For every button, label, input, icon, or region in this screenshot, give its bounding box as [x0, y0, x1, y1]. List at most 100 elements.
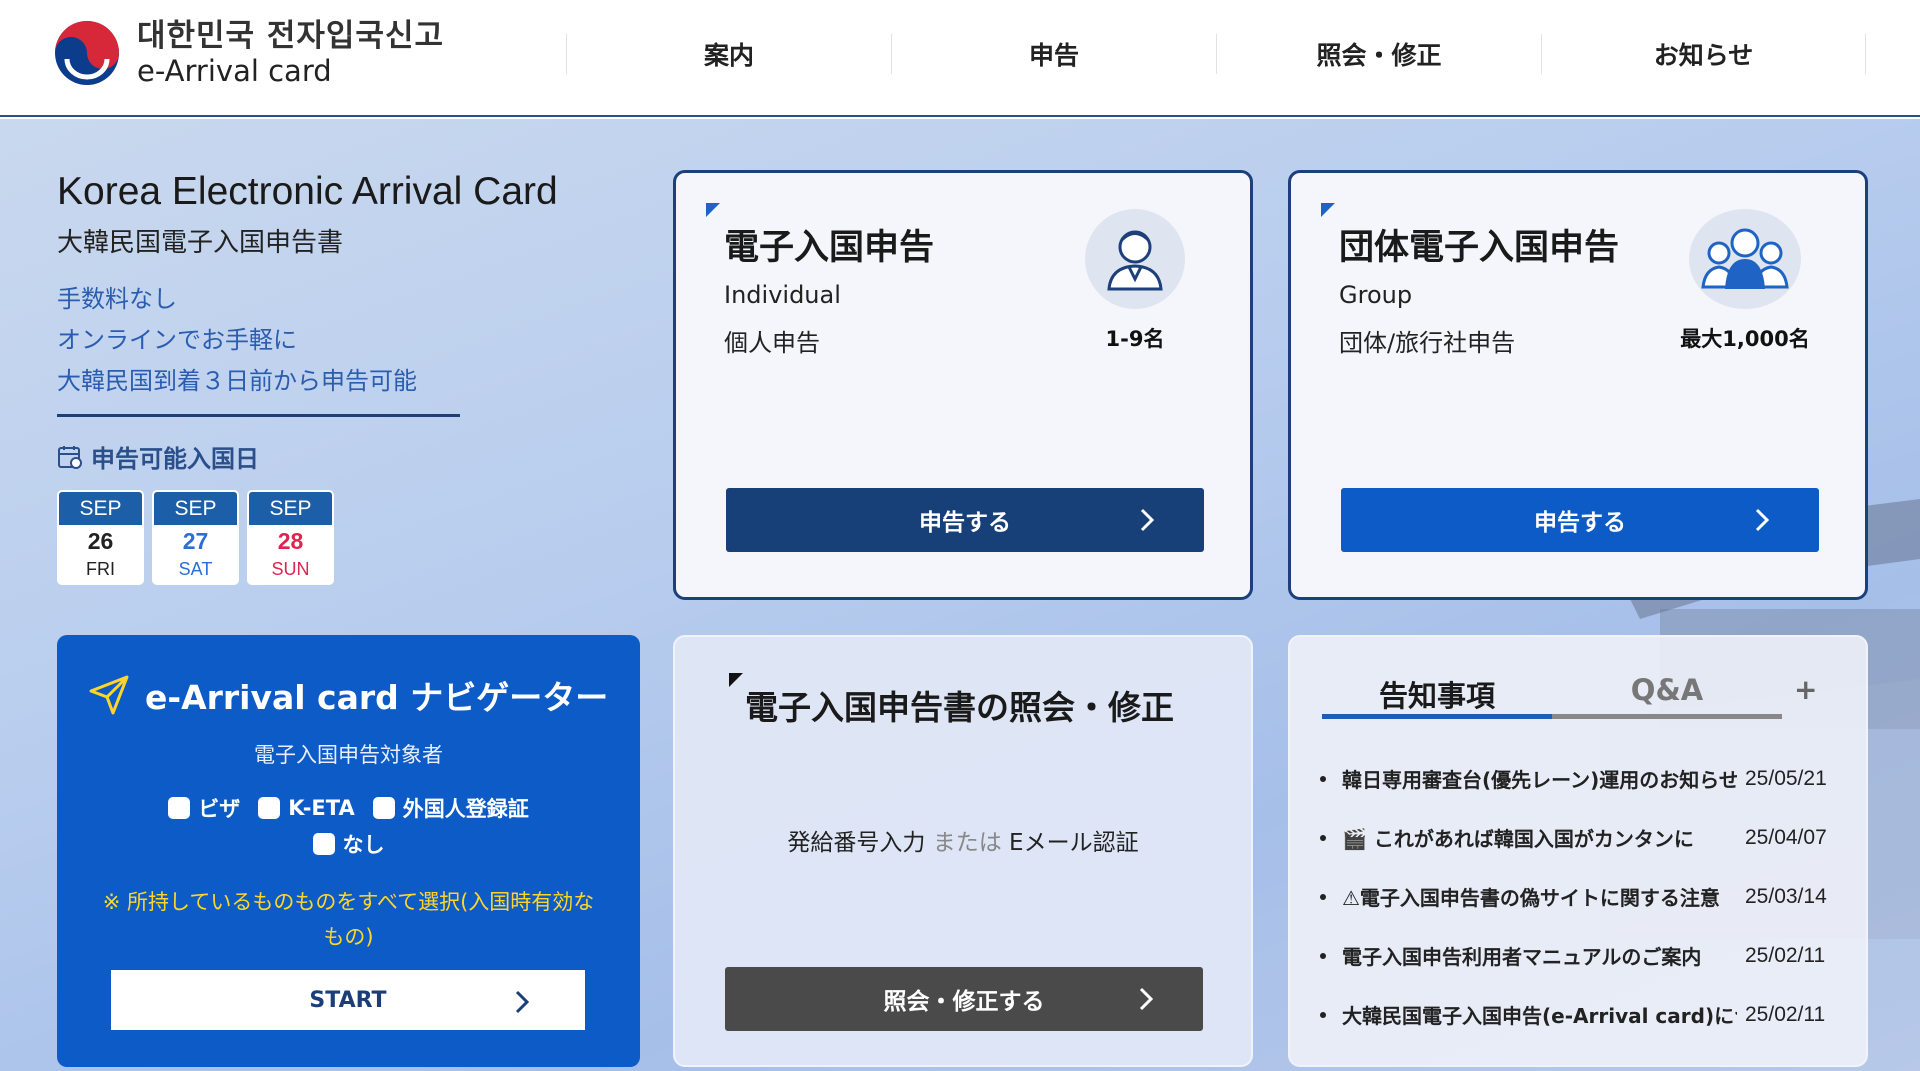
- card-title: 団体電子入国申告: [1339, 228, 1620, 268]
- chevron-right-icon: [1139, 987, 1153, 1011]
- option-label: ビザ: [198, 797, 241, 821]
- date-day: 27: [182, 528, 209, 554]
- intro-section: Korea Electronic Arrival Card 大韓民国電子入国申告…: [57, 170, 617, 585]
- bullet: [1320, 775, 1326, 782]
- logo-korean-text: 대한민국 전자입국신고: [137, 18, 444, 54]
- bullet: [1320, 952, 1326, 959]
- date-weekday: FRI: [86, 559, 115, 579]
- inquiry-button[interactable]: 照会・修正する: [725, 967, 1203, 1031]
- notice-date: 25/02/11: [1745, 1002, 1826, 1026]
- benefit-item: 大韓民国到着３日前から申告可能: [57, 367, 417, 395]
- date-card: SEP 27 SAT: [152, 490, 239, 585]
- option-label: 外国人登録証: [402, 797, 529, 821]
- notice-date: 25/05/21: [1745, 766, 1827, 790]
- inquiry-card: 電子入国申告書の照会・修正 発給番号入力 または Eメール認証 照会・修正する: [673, 635, 1253, 1067]
- more-plus-icon[interactable]: +: [1794, 673, 1817, 706]
- notice-date: 25/03/14: [1745, 884, 1827, 908]
- notice-panel: 告知事項 Q&A + 韓日専用審査台(優先レーン)運用のお知らせ 25/05/21…: [1288, 635, 1868, 1067]
- nav-inquiry[interactable]: 照会・修正: [1216, 34, 1541, 74]
- tab-qa[interactable]: Q&A: [1552, 667, 1782, 719]
- corner-marker: [1321, 203, 1335, 217]
- calendar-icon: [58, 445, 82, 469]
- notice-item[interactable]: 🎬 これがあれば韓国入国がカンタンに 25/04/07: [1320, 808, 1840, 867]
- paper-plane-icon: [89, 675, 129, 715]
- notice-title: 🎬 これがあれば韓国入国がカンタンに: [1342, 827, 1694, 851]
- document-options-row2: なし: [57, 829, 640, 859]
- taegeuk-logo-icon: [55, 21, 119, 85]
- button-label: 照会・修正する: [883, 989, 1045, 1015]
- notice-date: 25/02/11: [1745, 943, 1826, 967]
- corner-marker: [729, 673, 743, 687]
- checkbox[interactable]: [168, 797, 191, 819]
- checkbox[interactable]: [312, 833, 335, 855]
- nav-declare[interactable]: 申告: [891, 34, 1216, 74]
- or-text: または: [932, 830, 1002, 856]
- person-icon: [1085, 209, 1185, 309]
- card-english-label: Individual: [724, 281, 841, 309]
- logo-english-text: e-Arrival card: [137, 54, 332, 88]
- start-button[interactable]: START: [109, 968, 587, 1032]
- date-month: SEP: [249, 492, 332, 525]
- divider: [57, 414, 460, 417]
- card-japanese-label: 個人申告: [724, 329, 820, 357]
- navigator-note: ※ 所持しているものものをすべて選択(入国時有効なもの): [102, 890, 595, 949]
- corner-marker: [706, 203, 720, 217]
- notice-item[interactable]: 電子入国申告利用者マニュアルのご案内 25/02/11: [1320, 926, 1840, 985]
- individual-declaration-card: 電子入国申告 Individual 個人申告 1-9名 申告する: [673, 170, 1253, 600]
- chevron-right-icon: [1755, 508, 1769, 532]
- notice-item[interactable]: 韓日専用審査台(優先レーン)運用のお知らせ 25/05/21: [1320, 749, 1840, 808]
- inquiry-description: 発給番号入力 または Eメール認証: [675, 823, 1251, 857]
- button-label: 申告する: [919, 510, 1011, 536]
- individual-declare-button[interactable]: 申告する: [726, 488, 1204, 552]
- card-title: 電子入国申告: [724, 228, 935, 268]
- bullet: [1320, 1011, 1326, 1018]
- chevron-right-icon: [1140, 508, 1154, 532]
- benefit-list: 手数料なし オンラインでお手軽に 大韓民国到着３日前から申告可能: [57, 279, 617, 402]
- navigator-subtitle: 電子入国申告対象者: [254, 743, 443, 767]
- option-k-eta[interactable]: K-ETA: [258, 793, 355, 823]
- email-auth-text: Eメール認証: [1009, 830, 1139, 856]
- notice-title: 大韓民国電子入国申告(e-Arrival card)について: [1342, 1004, 1737, 1028]
- notice-tabs: 告知事項 Q&A: [1322, 667, 1792, 719]
- date-day: 26: [87, 528, 114, 554]
- nav-notice[interactable]: お知らせ: [1541, 34, 1866, 74]
- notice-item[interactable]: 大韓民国電子入国申告(e-Arrival card)について 25/02/11: [1320, 985, 1840, 1044]
- option-label: K-ETA: [288, 796, 355, 820]
- tab-notices[interactable]: 告知事項: [1322, 667, 1552, 719]
- option-none[interactable]: なし: [312, 829, 385, 859]
- checkbox[interactable]: [258, 797, 281, 819]
- card-japanese-label: 団体/旅行社申告: [1339, 329, 1516, 357]
- group-declare-button[interactable]: 申告する: [1341, 488, 1819, 552]
- option-visa[interactable]: ビザ: [168, 793, 240, 823]
- date-card: SEP 28 SUN: [247, 490, 334, 585]
- notice-title: ⚠電子入国申告書の偽サイトに関する注意: [1342, 886, 1720, 910]
- people-range-caption: 1-9名: [1105, 327, 1165, 351]
- option-label: なし: [342, 833, 385, 857]
- date-month: SEP: [59, 492, 142, 525]
- inquiry-title: 電子入国申告書の照会・修正: [745, 688, 1174, 727]
- available-dates-text: 申告可能入国日: [91, 445, 259, 473]
- notice-title: 韓日専用審査台(優先レーン)運用のお知らせ: [1342, 768, 1737, 792]
- checkbox[interactable]: [372, 797, 395, 819]
- date-weekday: SUN: [271, 559, 310, 579]
- bullet: [1320, 834, 1326, 841]
- site-header: 대한민국 전자입국신고 e-Arrival card 案内 申告 照会・修正 お…: [0, 0, 1920, 117]
- notice-item[interactable]: ⚠電子入国申告書の偽サイトに関する注意 25/03/14: [1320, 867, 1840, 926]
- issue-number-text: 発給番号入力: [787, 830, 926, 856]
- page-subtitle: 大韓民国電子入国申告書: [57, 228, 344, 258]
- document-options: ビザ K-ETA 外国人登録証: [57, 793, 640, 823]
- date-list: SEP 26 FRI SEP 27 SAT SEP 28 SUN: [57, 490, 617, 585]
- people-range-caption: 最大1,000名: [1680, 327, 1810, 351]
- date-weekday: SAT: [178, 559, 213, 579]
- available-dates-label: 申告可能入国日: [57, 439, 617, 474]
- benefit-item: オンラインでお手軽に: [57, 326, 297, 354]
- chevron-right-icon: [515, 990, 529, 1014]
- notice-list: 韓日専用審査台(優先レーン)運用のお知らせ 25/05/21 🎬 これがあれば韓国…: [1320, 749, 1840, 1044]
- button-label: START: [309, 987, 387, 1013]
- option-alien-registration[interactable]: 外国人登録証: [372, 793, 529, 823]
- bullet: [1320, 893, 1326, 900]
- notice-title: 電子入国申告利用者マニュアルのご案内: [1342, 945, 1702, 969]
- nav-guide[interactable]: 案内: [566, 34, 891, 74]
- group-people-icon: [1689, 209, 1801, 309]
- site-logo[interactable]: 대한민국 전자입국신고 e-Arrival card: [53, 18, 444, 88]
